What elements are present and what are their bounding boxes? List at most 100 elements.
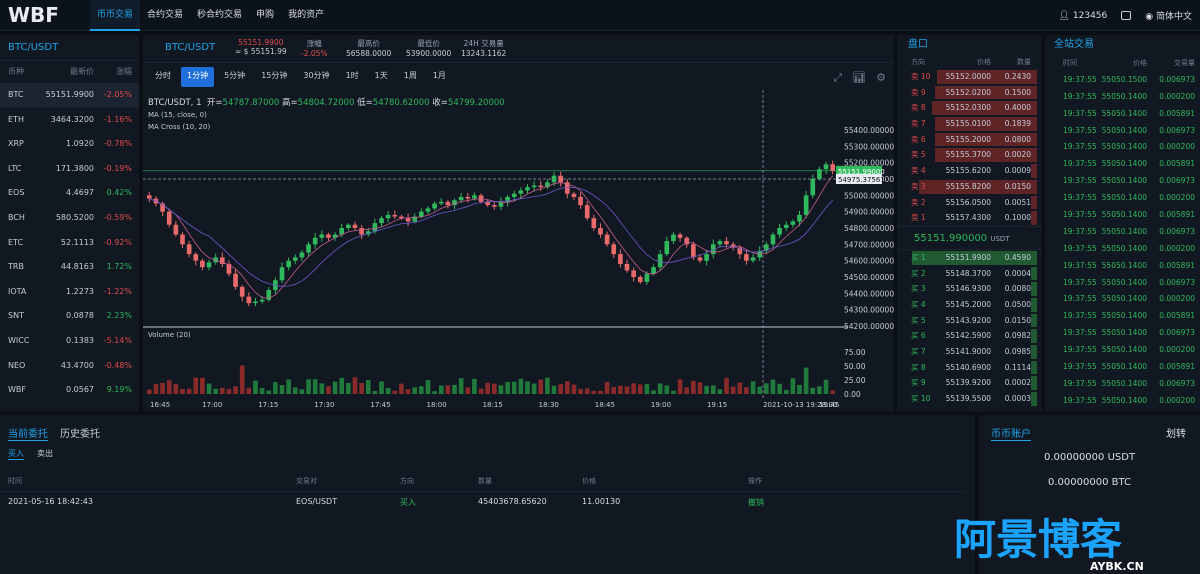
market-row[interactable]: ETC 52.1113 -0.92% (0, 231, 139, 256)
nav-item-2[interactable]: 秒合约交易 (190, 0, 249, 31)
trade-price: 55050.1400 (1101, 395, 1147, 405)
market-row[interactable]: LTC 171.3800 -0.19% (0, 157, 139, 182)
fullscreen-icon[interactable]: ⤢ (833, 71, 842, 85)
language-menu[interactable]: ◉ 简体中文 (1145, 9, 1192, 22)
ask-row[interactable]: 卖 10 55152.0000 0.2430 (897, 69, 1042, 85)
volume-bar (598, 390, 603, 394)
market-row[interactable]: SNT 0.0878 2.23% (0, 304, 139, 329)
ask-row[interactable]: 卖 6 55155.2000 0.0800 (897, 132, 1042, 148)
indicator-icon[interactable]: 📊︎ (852, 71, 866, 85)
ask-row[interactable]: 卖 4 55155.6200 0.0009 (897, 163, 1042, 179)
trade-price: 55050.1400 (1101, 193, 1147, 203)
interval-tab[interactable]: 1周 (398, 67, 423, 87)
market-row[interactable]: WBF 0.0567 9.19% (0, 378, 139, 403)
trade-volume: 0.006973 (1159, 74, 1195, 84)
interval-tab[interactable]: 分时 (149, 67, 177, 87)
ask-row[interactable]: 卖 8 55152.0300 0.4000 (897, 100, 1042, 116)
price-axis-label: 54200.000000 (844, 322, 894, 331)
ticker-low-label: 最低价 (417, 39, 440, 48)
volume-bar (346, 382, 351, 394)
interval-tab[interactable]: 1月 (427, 67, 452, 87)
trade-price: 55050.1400 (1101, 328, 1147, 338)
book-price: 55155.3700 (945, 150, 991, 160)
market-row[interactable]: NEO 43.4700 -0.48% (0, 354, 139, 379)
market-row[interactable]: EOS 4.4697 0.42% (0, 181, 139, 206)
bid-row[interactable]: 买 3 55146.9300 0.0080 (897, 281, 1042, 297)
high-value: 54804.72000 (297, 98, 355, 108)
bid-row[interactable]: 买 6 55142.5900 0.0982 (897, 328, 1042, 344)
market-row[interactable]: XRP 1.0920 -0.78% (0, 132, 139, 157)
ask-row[interactable]: 卖 3 55155.8200 0.0150 (897, 179, 1042, 195)
cancel-order-button[interactable]: 撤销 (748, 497, 848, 513)
bid-row[interactable]: 买 10 55139.5500 0.0003 (897, 391, 1042, 407)
ask-row[interactable]: 卖 2 55156.0500 0.0051 (897, 195, 1042, 211)
ma-cross-indicator-label[interactable]: MA Cross (10, 20) (148, 123, 210, 131)
subtab-sell[interactable]: 卖出 (37, 448, 53, 460)
nav-item-1[interactable]: 合约交易 (140, 0, 190, 31)
interval-tab[interactable]: 1分钟 (181, 67, 215, 87)
candle-body (511, 193, 517, 197)
volume-indicator-label[interactable]: Volume (20) (148, 331, 191, 339)
book-qty: 0.0003 (1004, 394, 1031, 404)
settings-gear-icon[interactable]: ⚙ (876, 71, 886, 85)
transfer-button[interactable]: 划转 (1166, 425, 1186, 440)
col-trade-volume: 交易量 (1174, 59, 1195, 67)
language-label: 简体中文 (1155, 12, 1192, 22)
interval-tab[interactable]: 15分钟 (255, 67, 293, 87)
price-axis-label: 55000.000000 (844, 191, 894, 200)
ask-row[interactable]: 卖 5 55155.3700 0.0020 (897, 147, 1042, 163)
bid-row[interactable]: 买 5 55143.9200 0.0150 (897, 313, 1042, 329)
subtab-buy[interactable]: 买入 (8, 448, 24, 460)
user-menu[interactable]: 👤︎ 123456 (1059, 11, 1108, 21)
nav-item-0[interactable]: 币币交易 (90, 0, 141, 31)
candle-body (750, 257, 756, 261)
interval-tab[interactable]: 1时 (340, 67, 365, 87)
candle-body (717, 241, 723, 245)
market-symbol: TRB (8, 262, 24, 272)
printer-icon[interactable] (1121, 11, 1132, 20)
volume-bar (180, 388, 185, 394)
bid-row[interactable]: 买 2 55148.3700 0.0004 (897, 266, 1042, 282)
trade-volume: 0.005891 (1159, 362, 1195, 372)
trade-price: 55050.1400 (1101, 176, 1147, 186)
market-row[interactable]: WICC 0.1383 -5.14% (0, 329, 139, 354)
tab-history-orders[interactable]: 历史委托 (60, 425, 100, 441)
market-row[interactable]: BTC 55151.9900 -2.05% (0, 83, 139, 108)
market-row[interactable]: IOTA 1.2273 -1.22% (0, 280, 139, 305)
book-last-price: 55151.990000 (914, 232, 988, 244)
bid-row[interactable]: 买 7 55141.9000 0.0985 (897, 344, 1042, 360)
col-qty: 数量 (1017, 58, 1031, 66)
candle-body (458, 196, 464, 201)
bid-row[interactable]: 买 9 55139.9200 0.0002 (897, 375, 1042, 391)
interval-tab[interactable]: 5分钟 (218, 67, 251, 87)
volume-bar (465, 387, 471, 394)
nav-item-3[interactable]: 申购 (249, 0, 281, 31)
interval-tab[interactable]: 1天 (369, 67, 394, 87)
trade-time: 19:37:55 (1063, 91, 1097, 101)
ma-line (149, 175, 834, 299)
volume-bar (730, 386, 736, 394)
book-side: 卖 9 (911, 87, 926, 97)
market-row[interactable]: BCH 580.5200 -0.59% (0, 206, 139, 231)
tab-spot-account[interactable]: 币币账户 (991, 425, 1031, 441)
ask-row[interactable]: 卖 7 55155.0100 0.1839 (897, 116, 1042, 132)
market-row[interactable]: ETH 3464.3200 -1.16% (0, 108, 139, 133)
candle-body (604, 234, 610, 245)
nav-item-4[interactable]: 我的资产 (281, 0, 331, 31)
book-side: 买 1 (911, 252, 926, 262)
tab-current-orders[interactable]: 当前委托 (8, 425, 48, 441)
market-row[interactable]: TRB 44.8163 1.72% (0, 255, 139, 280)
interval-tab[interactable]: 30分钟 (297, 67, 335, 87)
candle-body (664, 241, 670, 255)
ma-indicator-label[interactable]: MA (15, close, 0) (148, 111, 207, 119)
bid-row[interactable]: 买 1 55151.9900 0.4590 (897, 250, 1042, 266)
candle-body (432, 203, 437, 209)
ask-row[interactable]: 卖 1 55157.4300 0.1000 (897, 210, 1042, 226)
bid-row[interactable]: 买 4 55145.2000 0.0500 (897, 297, 1042, 313)
candlestick-chart[interactable]: 55400.00000055300.00000055200.0000005510… (143, 90, 894, 412)
trade-price: 55050.1400 (1101, 159, 1147, 169)
book-side: 买 7 (911, 347, 926, 356)
bid-row[interactable]: 买 8 55140.6900 0.1114 (897, 360, 1042, 376)
wbf-logo[interactable]: WBF (8, 4, 80, 26)
ask-row[interactable]: 卖 9 55152.0200 0.1500 (897, 85, 1042, 101)
